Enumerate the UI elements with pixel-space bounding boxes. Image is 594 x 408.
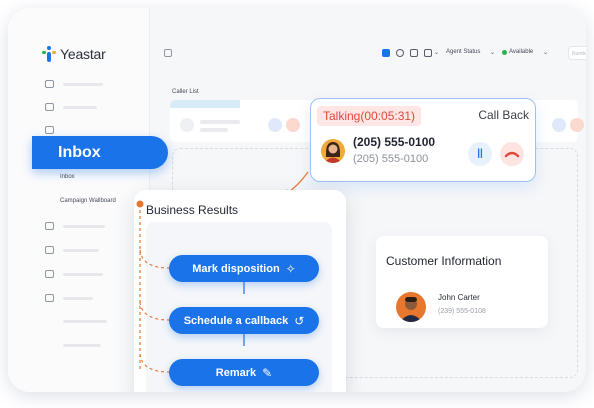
pin-icon: ✧ (285, 261, 296, 276)
nav-headset-icon[interactable] (45, 270, 54, 278)
active-call-card: Talking(00:05:31) Call Back (205) 555-01… (310, 98, 536, 182)
nav-report-icon[interactable] (45, 103, 54, 111)
nav-label-placeholder (63, 83, 103, 86)
app-frame: Yeastar Inbox Campaign Wallboard ⌄ Agent… (8, 8, 586, 392)
availability-dropdown[interactable]: Available (509, 49, 533, 55)
sidebar-sub-inbox[interactable]: Inbox (60, 174, 75, 180)
nav-label-placeholder (63, 225, 105, 228)
logo: Yeastar (42, 46, 106, 62)
call-number-secondary: (205) 555-0100 (353, 153, 429, 165)
caller-list-title: Caller List (172, 89, 199, 95)
caller-action-icon[interactable] (552, 118, 566, 132)
caller-action-icon[interactable] (286, 118, 300, 132)
caller-action-icon[interactable] (268, 118, 282, 132)
remark-button[interactable]: Remark ✎ (169, 359, 319, 386)
nav-label-placeholder (63, 344, 101, 347)
schedule-callback-label: Schedule a callback (183, 314, 289, 327)
agent-status-dropdown[interactable]: Agent Status (446, 49, 480, 55)
mark-disposition-button[interactable]: Mark disposition ✧ (169, 255, 319, 282)
customer-info-title: Customer Information (386, 254, 502, 268)
callback-icon: ↺ (294, 313, 305, 328)
business-results-title: Business Results (146, 203, 239, 217)
schedule-callback-button[interactable]: Schedule a callback ↺ (169, 307, 319, 334)
caller-list-header-strip (170, 100, 240, 108)
sidebar-sub-campaign-wallboard[interactable]: Campaign Wallboard (60, 198, 116, 204)
nav-screen-icon[interactable] (45, 246, 54, 254)
available-status-icon (502, 50, 507, 55)
yeastar-logo-icon (42, 46, 56, 62)
sidebar-item-inbox[interactable]: Inbox (32, 136, 168, 169)
nav-label-placeholder (63, 320, 107, 323)
caller-avatar-placeholder (180, 118, 194, 132)
hangup-icon[interactable] (500, 142, 524, 166)
call-back-button[interactable]: Call Back (478, 108, 529, 122)
business-results-card: Business Results Mark disposition ✧ Sche… (134, 190, 346, 392)
caller-skeleton-line (200, 128, 228, 132)
caller-skeleton-line (200, 120, 240, 124)
chevron-down-icon[interactable]: ⌄ (434, 49, 439, 56)
brand-name: Yeastar (60, 46, 106, 62)
customer-avatar (396, 292, 426, 322)
help-icon[interactable] (396, 49, 404, 57)
nav-people-icon[interactable] (45, 80, 54, 88)
customer-info-card: Customer Information John Carter (239) 5… (376, 236, 548, 328)
pencil-icon: ✎ (262, 365, 273, 380)
customer-phone: (239) 555-0108 (438, 308, 486, 315)
nav-monitor-icon[interactable] (45, 222, 54, 230)
call-status-badge: Talking(00:05:31) (317, 106, 422, 126)
menu-toggle-icon[interactable] (164, 49, 172, 57)
grid-icon[interactable] (382, 49, 390, 57)
mark-disposition-label: Mark disposition (192, 262, 280, 275)
number-input[interactable]: Number (568, 46, 586, 60)
remark-label: Remark (215, 366, 257, 379)
call-number: (205) 555-0100 (353, 135, 436, 149)
pause-icon[interactable]: || (468, 142, 492, 166)
chevron-down-icon[interactable]: ⌄ (543, 49, 548, 56)
nav-label-placeholder (63, 297, 93, 300)
nav-chat-icon[interactable] (45, 126, 54, 134)
chevron-down-icon[interactable]: ⌄ (490, 49, 495, 56)
top-bar: ⌄ Agent Status ⌄ Available ⌄ Number (150, 42, 586, 62)
customer-name: John Carter (438, 293, 480, 302)
nav-label-placeholder (63, 249, 99, 252)
caller-avatar (321, 139, 345, 163)
nav-label-placeholder (63, 106, 97, 109)
calendar-icon[interactable] (410, 49, 418, 57)
sidebar: Yeastar Inbox Campaign Wallboard (8, 8, 150, 392)
nav-label-placeholder (63, 273, 103, 276)
layout-icon[interactable] (424, 49, 432, 57)
nav-document-icon[interactable] (45, 294, 54, 302)
caller-action-icon[interactable] (570, 118, 584, 132)
